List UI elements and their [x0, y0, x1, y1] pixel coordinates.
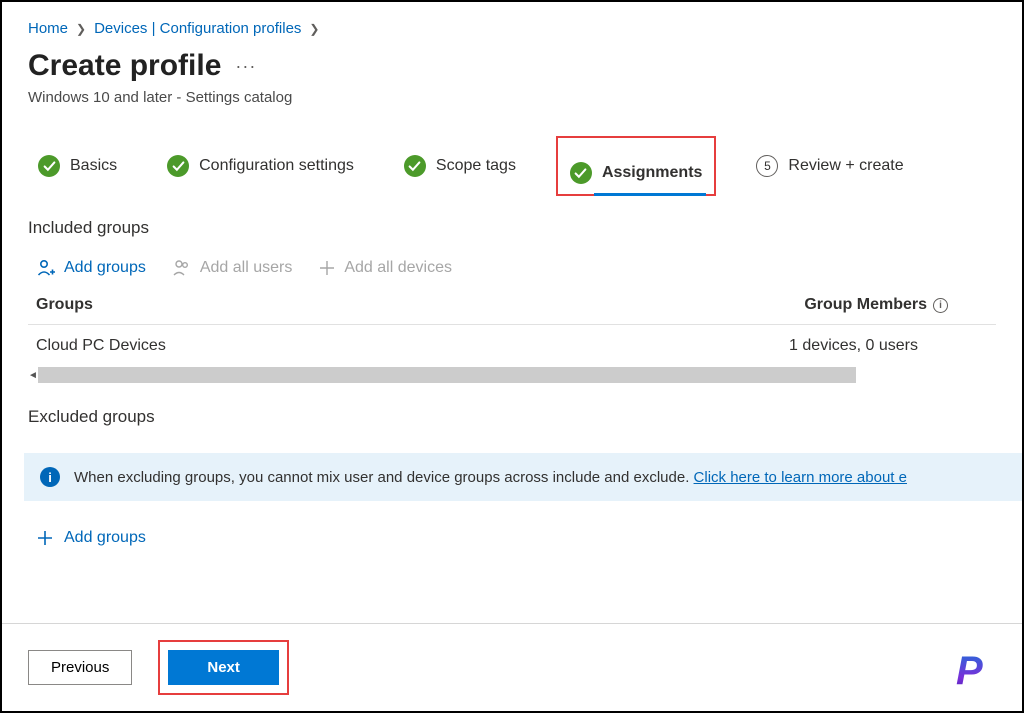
chevron-right-icon: ❯	[76, 22, 86, 36]
plus-icon	[36, 529, 54, 547]
breadcrumb-home[interactable]: Home	[28, 20, 68, 37]
banner-learn-more-link[interactable]: Click here to learn more about e	[694, 469, 907, 486]
wizard-footer: Previous Next	[2, 623, 1022, 711]
table-row[interactable]: Cloud PC Devices 1 devices, 0 users	[28, 325, 996, 367]
included-groups-heading: Included groups	[28, 218, 996, 238]
chevron-right-icon: ❯	[309, 22, 319, 36]
add-all-devices-button[interactable]: Add all devices	[318, 259, 452, 277]
excluded-groups-heading: Excluded groups	[28, 407, 996, 427]
page-title: Create profile	[28, 49, 221, 83]
info-icon: i	[40, 467, 60, 487]
group-name-cell: Cloud PC Devices	[36, 337, 166, 355]
horizontal-scrollbar[interactable]: ◄	[28, 367, 996, 383]
step-config[interactable]: Configuration settings	[157, 145, 364, 187]
breadcrumb-devices[interactable]: Devices | Configuration profiles	[94, 20, 301, 37]
check-icon	[404, 155, 426, 177]
add-groups-button[interactable]: Add groups	[36, 258, 146, 278]
step-assignments[interactable]: Assignments	[556, 136, 716, 196]
included-actions: Add groups Add all users Add all devices	[28, 252, 996, 292]
action-label: Add all devices	[344, 259, 452, 277]
step-scope[interactable]: Scope tags	[394, 145, 526, 187]
groups-table-header: Groups Group Members i	[28, 292, 996, 325]
plus-icon	[318, 259, 336, 277]
group-members-cell: 1 devices, 0 users	[789, 337, 918, 355]
info-banner: i When excluding groups, you cannot mix …	[24, 453, 1022, 501]
step-label: Basics	[70, 157, 117, 175]
previous-button[interactable]: Previous	[28, 650, 132, 685]
info-icon[interactable]: i	[933, 298, 948, 313]
scroll-left-icon[interactable]: ◄	[28, 367, 38, 383]
step-basics[interactable]: Basics	[28, 145, 127, 187]
action-label: Add all users	[200, 259, 293, 277]
person-plus-icon	[36, 258, 56, 278]
check-icon	[38, 155, 60, 177]
step-label: Scope tags	[436, 157, 516, 175]
breadcrumb: Home ❯ Devices | Configuration profiles …	[28, 20, 996, 37]
check-icon	[570, 162, 592, 184]
check-icon	[167, 155, 189, 177]
action-label: Add groups	[64, 529, 146, 547]
col-groups: Groups	[36, 296, 93, 314]
more-icon[interactable]: ···	[235, 56, 256, 77]
step-review[interactable]: 5 Review + create	[746, 145, 913, 187]
step-label: Review + create	[788, 157, 903, 175]
brand-logo: P	[956, 649, 1004, 697]
col-group-members: Group Members	[804, 296, 927, 314]
add-all-users-button[interactable]: Add all users	[172, 258, 293, 278]
excluded-add-groups-button[interactable]: Add groups	[28, 529, 996, 547]
step-label: Assignments	[602, 164, 702, 182]
step-number-icon: 5	[756, 155, 778, 177]
next-button[interactable]: Next	[168, 650, 279, 685]
step-label: Configuration settings	[199, 157, 354, 175]
action-label: Add groups	[64, 259, 146, 277]
wizard-steps: Basics Configuration settings Scope tags…	[28, 136, 996, 196]
banner-text: When excluding groups, you cannot mix us…	[74, 469, 694, 486]
page-subtitle: Windows 10 and later - Settings catalog	[28, 89, 996, 106]
people-icon	[172, 258, 192, 278]
